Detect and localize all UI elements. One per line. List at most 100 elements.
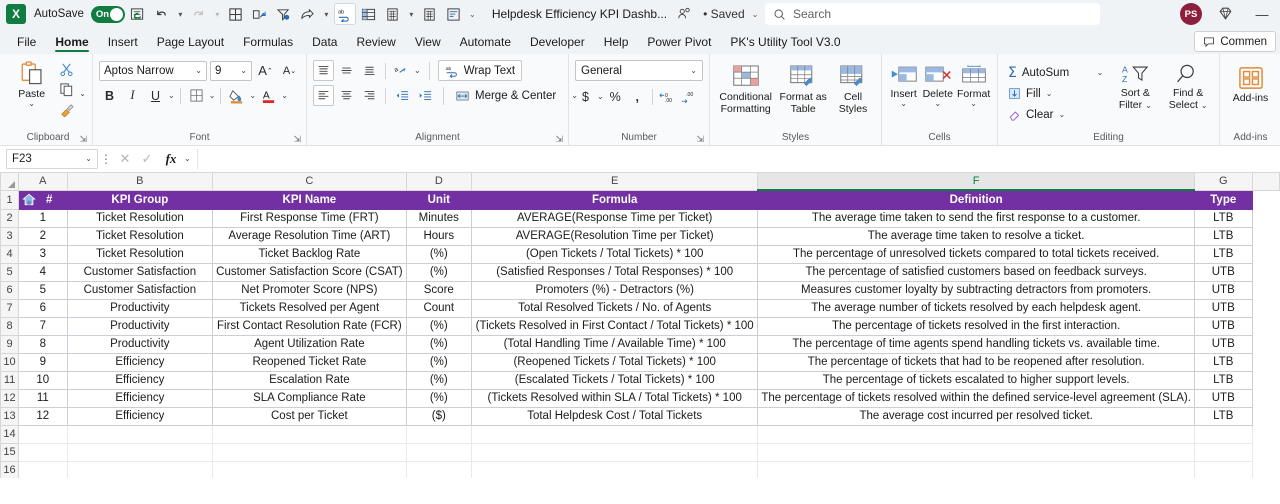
accounting-chevron-down-icon[interactable]: ⌄: [597, 92, 604, 101]
font-color-button[interactable]: A: [258, 85, 279, 106]
cell-e16[interactable]: [471, 460, 759, 478]
underline-button[interactable]: U: [145, 85, 166, 106]
cell-f1[interactable]: Definition: [757, 189, 1195, 210]
align-top-button[interactable]: [313, 60, 334, 81]
cancel-edit-button[interactable]: ✕: [114, 151, 136, 167]
wrap-text-button[interactable]: ab Wrap Text: [437, 60, 523, 81]
cell-f11[interactable]: The percentage of tickets escalated to h…: [757, 370, 1195, 390]
row-header-13[interactable]: 13: [0, 406, 20, 426]
cell-f15[interactable]: [757, 442, 1195, 462]
addins-button[interactable]: Add-ins: [1226, 63, 1275, 104]
search-input[interactable]: Search: [793, 7, 831, 21]
row-header-14[interactable]: 14: [0, 424, 20, 444]
autosum-chevron-down-icon[interactable]: ⌄: [1097, 68, 1104, 77]
insert-cells-button[interactable]: Insert ⌄: [888, 61, 919, 108]
row-header-5[interactable]: 5: [0, 262, 20, 282]
cell-g1[interactable]: Type: [1193, 189, 1253, 210]
search-box[interactable]: Search: [765, 3, 1100, 25]
fill-chevron-down-icon[interactable]: ⌄: [1046, 89, 1053, 98]
minimize-button[interactable]: —: [1250, 4, 1274, 24]
clear-button[interactable]: Clear ⌄: [1004, 104, 1107, 125]
cell-a16[interactable]: [18, 460, 68, 478]
cell-c6[interactable]: Net Promoter Score (NPS): [212, 280, 407, 300]
increase-font-size-button[interactable]: A ⌃: [255, 60, 276, 81]
undo-chevron-down-icon[interactable]: ▾: [175, 10, 186, 19]
row-header-12[interactable]: 12: [0, 388, 20, 408]
cell-f13[interactable]: The average cost incurred per resolved t…: [757, 406, 1195, 426]
tab-file[interactable]: File: [8, 32, 45, 54]
format-as-table-button[interactable]: Format as Table: [777, 61, 829, 115]
tab-data[interactable]: Data: [303, 32, 346, 54]
cell-e11[interactable]: (Escalated Tickets / Total Tickets) * 10…: [471, 370, 759, 390]
cell-c2[interactable]: First Response Time (FRT): [212, 208, 407, 228]
cell-b3[interactable]: Ticket Resolution: [66, 226, 214, 246]
cell-h6[interactable]: [1252, 281, 1279, 299]
paste-button[interactable]: Paste ⌄: [10, 57, 53, 108]
delete-chevron-down-icon[interactable]: ⌄: [934, 100, 941, 108]
cell-g10[interactable]: LTB: [1193, 352, 1253, 372]
merge-center-button[interactable]: Merge & Center ⌄: [452, 85, 581, 106]
cell-h15[interactable]: [1252, 443, 1279, 461]
cell-g11[interactable]: LTB: [1193, 370, 1253, 390]
cell-h5[interactable]: [1252, 263, 1279, 281]
cell-g6[interactable]: UTB: [1193, 280, 1253, 300]
row-header-11[interactable]: 11: [0, 370, 20, 390]
number-format-select[interactable]: General ⌄: [575, 60, 703, 81]
cell-b12[interactable]: Efficiency: [66, 388, 214, 408]
diamond-icon[interactable]: [1217, 5, 1234, 27]
increase-indent-button[interactable]: [414, 85, 435, 106]
row-header-10[interactable]: 10: [0, 352, 20, 372]
cell-e4[interactable]: (Open Tickets / Total Tickets) * 100: [471, 244, 759, 264]
column-header-g[interactable]: G: [1193, 173, 1253, 191]
cell-g4[interactable]: LTB: [1193, 244, 1253, 264]
column-header-b[interactable]: B: [66, 173, 214, 191]
autosum-button[interactable]: Σ AutoSum ⌄: [1004, 62, 1107, 83]
cell-g16[interactable]: [1193, 460, 1253, 478]
cell-b14[interactable]: [66, 424, 214, 444]
cell-h2[interactable]: [1252, 209, 1279, 227]
cell-e6[interactable]: Promoters (%) - Detractors (%): [471, 280, 759, 300]
cell-d16[interactable]: [405, 460, 473, 478]
cell-d10[interactable]: (%): [405, 352, 473, 372]
cell-a2[interactable]: 1: [18, 208, 68, 228]
insert-function-button[interactable]: fx: [158, 151, 184, 167]
formula-bar-chevron-down-icon[interactable]: ⌄: [184, 155, 191, 163]
column-header-d[interactable]: D: [405, 173, 473, 191]
cell-a12[interactable]: 11: [18, 388, 68, 408]
cell-d12[interactable]: (%): [405, 388, 473, 408]
cell-f3[interactable]: The average time taken to resolve a tick…: [757, 226, 1195, 246]
borders-button[interactable]: [186, 85, 207, 106]
cell-d6[interactable]: Score: [405, 280, 473, 300]
cell-a9[interactable]: 8: [18, 334, 68, 354]
select-all-corner[interactable]: [0, 173, 20, 191]
redo-chevron-down-icon[interactable]: ▾: [212, 10, 223, 19]
cell-b4[interactable]: Ticket Resolution: [66, 244, 214, 264]
clipboard-more-chevron-icon[interactable]: ⌄: [79, 89, 86, 98]
clear-chevron-down-icon[interactable]: ⌄: [1058, 110, 1065, 119]
customize-qat-icon[interactable]: ⌄: [467, 10, 478, 19]
cell-d9[interactable]: (%): [405, 334, 473, 354]
cell-f5[interactable]: The percentage of satisfied customers ba…: [757, 262, 1195, 282]
font-color-chevron-down-icon[interactable]: ⌄: [281, 91, 288, 100]
cell-c7[interactable]: Tickets Resolved per Agent: [212, 298, 407, 318]
cell-c8[interactable]: First Contact Resolution Rate (FCR): [212, 316, 407, 336]
cell-g9[interactable]: UTB: [1193, 334, 1253, 354]
custom-sort-icon[interactable]: [443, 3, 465, 25]
calculate-sheet-icon[interactable]: [419, 3, 441, 25]
cell-e15[interactable]: [471, 442, 759, 462]
save-status-chevron-down-icon[interactable]: ⌄: [750, 10, 761, 19]
cell-h4[interactable]: [1252, 245, 1279, 263]
cell-e13[interactable]: Total Helpdesk Cost / Total Tickets: [471, 406, 759, 426]
cell-h16[interactable]: [1252, 461, 1279, 478]
name-box-chevron-down-icon[interactable]: ⌄: [85, 155, 92, 163]
cell-b10[interactable]: Efficiency: [66, 352, 214, 372]
undo-icon[interactable]: [151, 3, 173, 25]
cell-f12[interactable]: The percentage of tickets resolved withi…: [757, 388, 1195, 408]
copy-button[interactable]: [55, 80, 77, 99]
decrease-indent-button[interactable]: [391, 85, 412, 106]
refresh-all-icon[interactable]: [127, 3, 149, 25]
cell-b1[interactable]: KPI Group: [66, 189, 214, 210]
row-header-2[interactable]: 2: [0, 208, 20, 228]
cell-a1[interactable]: #: [18, 189, 68, 210]
orientation-button[interactable]: a: [391, 60, 412, 81]
